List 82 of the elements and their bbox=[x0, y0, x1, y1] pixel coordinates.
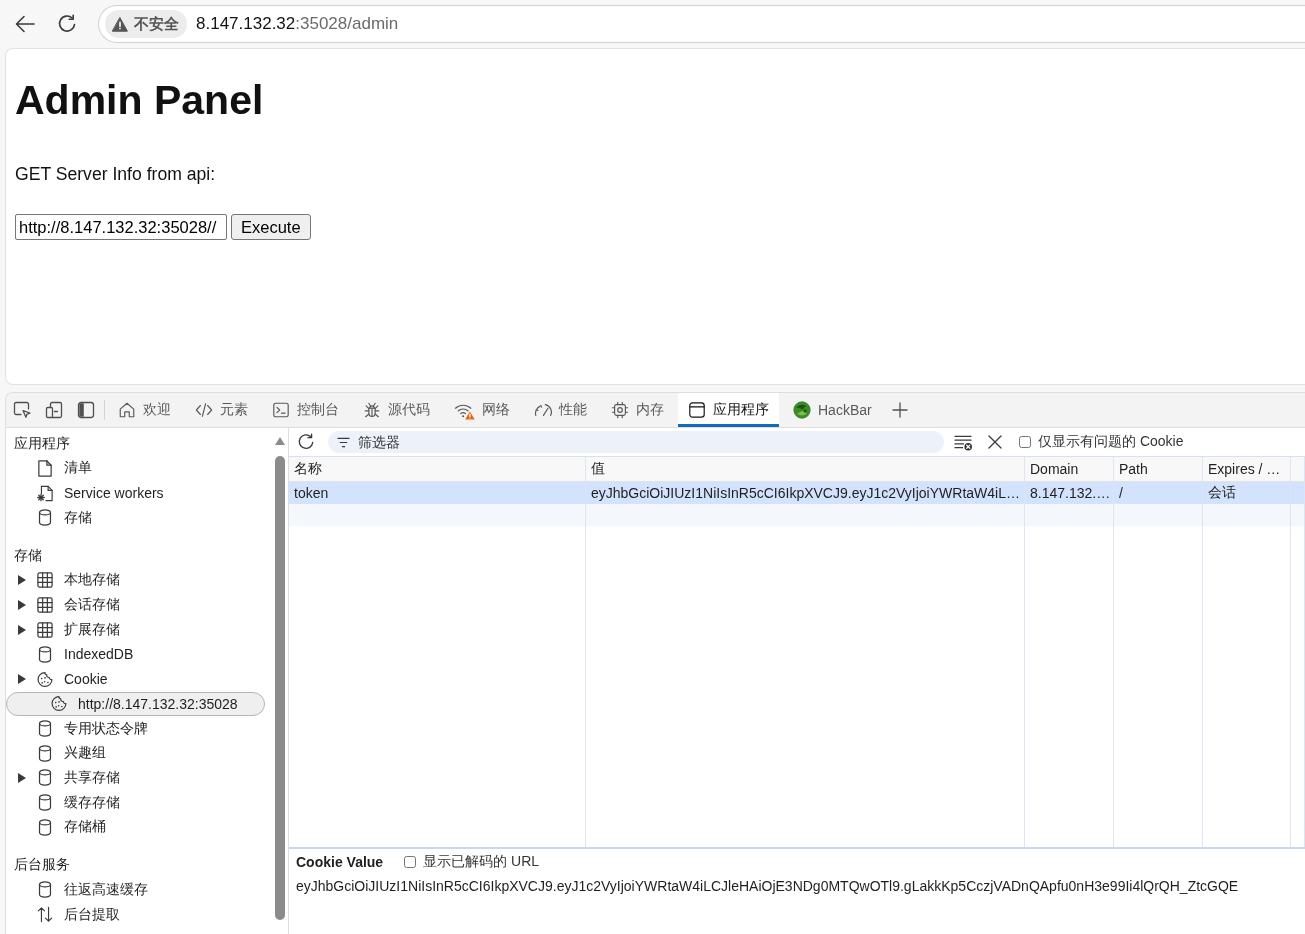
expand-triangle-icon[interactable] bbox=[18, 674, 26, 685]
back-arrow-icon[interactable] bbox=[15, 15, 35, 33]
sidebar-item[interactable]: 往返高速缓存 bbox=[6, 877, 265, 903]
expand-triangle-icon[interactable] bbox=[18, 624, 26, 635]
sidebar-item[interactable]: Cookie bbox=[6, 666, 265, 692]
page-title: Admin Panel bbox=[15, 77, 264, 123]
devtools-tab[interactable]: 源代码 bbox=[353, 393, 440, 427]
database-icon bbox=[37, 509, 53, 527]
column-header[interactable]: 名称 bbox=[289, 457, 586, 481]
grid-icon bbox=[37, 597, 53, 614]
grid-icon bbox=[37, 572, 53, 589]
devtools-tab[interactable]: 应用程序 bbox=[678, 393, 779, 427]
devtools-tab[interactable]: 元素 bbox=[185, 393, 258, 427]
up-down-arrows-icon bbox=[37, 906, 53, 924]
url-input[interactable]: http://8.147.132.32:35028// bbox=[15, 214, 227, 240]
warning-icon bbox=[112, 16, 128, 32]
scrollbar-thumb[interactable] bbox=[275, 456, 285, 920]
sidebar-item[interactable]: 专用状态令牌 bbox=[6, 716, 265, 741]
database-icon bbox=[37, 769, 53, 787]
column-header[interactable]: Domain bbox=[1025, 457, 1114, 481]
pointer-box-icon[interactable] bbox=[13, 401, 31, 419]
devtools-tab[interactable]: 网络 bbox=[444, 393, 520, 427]
database-icon bbox=[37, 818, 53, 836]
address-bar[interactable]: 不安全 8.147.132.32:35028/admin bbox=[98, 5, 1305, 43]
column-header[interactable]: Expires / … bbox=[1203, 457, 1291, 481]
reload-icon[interactable] bbox=[57, 14, 77, 34]
cookie-icon bbox=[51, 695, 67, 713]
clear-list-icon[interactable] bbox=[954, 433, 973, 451]
devtools-tab[interactable]: 内存 bbox=[601, 393, 674, 427]
database-icon bbox=[37, 744, 53, 762]
sidebar-item[interactable]: 本地存储 bbox=[6, 568, 265, 593]
plus-icon[interactable] bbox=[891, 402, 908, 418]
sidebar-item[interactable]: 存储桶 bbox=[6, 814, 265, 840]
expand-triangle-icon[interactable] bbox=[18, 575, 26, 586]
sidebar-item[interactable]: 存储 bbox=[6, 505, 265, 531]
devtools-tab[interactable]: HackBar bbox=[783, 393, 882, 427]
scroll-up-arrow-icon[interactable] bbox=[275, 437, 285, 445]
url-text: 8.147.132.32:35028/admin bbox=[196, 14, 399, 34]
devtools-tab[interactable]: 控制台 bbox=[262, 393, 349, 427]
database-icon bbox=[37, 881, 53, 899]
refresh-icon[interactable] bbox=[297, 433, 315, 451]
sidebar-section-title: 应用程序 bbox=[14, 434, 70, 453]
sidebar-item[interactable]: 兴趣组 bbox=[6, 740, 265, 766]
checkbox-label: 显示已解码的 URL bbox=[423, 853, 540, 871]
close-icon[interactable] bbox=[987, 434, 1003, 450]
devtools-tab[interactable]: 欢迎 bbox=[108, 393, 181, 427]
panel-title: Cookie Value bbox=[296, 854, 384, 870]
database-icon bbox=[37, 794, 53, 812]
sidebar-section-title: 后台服务 bbox=[14, 856, 70, 875]
sidebar-item[interactable]: 会话存储 bbox=[6, 592, 265, 618]
checkbox-label: 仅显示有问题的 Cookie bbox=[1038, 433, 1184, 451]
filter-field[interactable]: 筛选器 bbox=[328, 431, 944, 453]
cookie-value-text: eyJhbGciOiJIUzI1NiIsInR5cCI6IkpXVCJ9.eyJ1c2VyIjoiYWRtaW4iLCJleHAiOjE3NDg0MTQwOTl9.gLakkKp5CczjVADnQApfu0nH3e99Ii4lQrQH_ZtcGQE bbox=[296, 877, 1239, 896]
sidebar-item[interactable]: 扩展存储 bbox=[6, 617, 265, 643]
sidebar-item[interactable]: Service workers bbox=[6, 480, 265, 506]
sidebar-item[interactable]: 后台提取 bbox=[6, 902, 265, 927]
expand-triangle-icon[interactable] bbox=[18, 600, 26, 611]
filter-icon bbox=[337, 437, 350, 448]
sidebar-section-title: 存储 bbox=[14, 546, 42, 565]
checkbox[interactable] bbox=[1019, 436, 1031, 448]
execute-button[interactable]: Execute bbox=[231, 214, 311, 240]
devices-icon[interactable] bbox=[45, 401, 63, 419]
prompt-text: GET Server Info from api: bbox=[15, 163, 216, 185]
database-icon bbox=[37, 720, 53, 738]
column-header[interactable]: Path bbox=[1114, 457, 1203, 481]
document-gear-icon bbox=[37, 484, 53, 502]
sidebar-item[interactable]: 清单 bbox=[6, 456, 265, 481]
expand-triangle-icon[interactable] bbox=[18, 772, 26, 783]
grid-icon bbox=[37, 621, 53, 638]
sidebar-item[interactable]: 共享存储 bbox=[6, 765, 265, 791]
panel-layout-icon[interactable] bbox=[77, 401, 95, 419]
sidebar-item[interactable]: 缓存存储 bbox=[6, 790, 265, 815]
sidebar-item[interactable]: IndexedDB bbox=[6, 642, 265, 667]
security-chip[interactable]: 不安全 bbox=[105, 10, 187, 38]
column-header[interactable]: 值 bbox=[586, 457, 1025, 481]
devtools-tab[interactable]: 性能 bbox=[524, 393, 597, 427]
sidebar-item[interactable]: http://8.147.132.32:35028 bbox=[6, 691, 265, 717]
checkbox[interactable] bbox=[404, 856, 417, 868]
table-row[interactable]: token eyJhbGciOiJIUzI1NiIsInR5cCI6IkpXVCJ9.eyJ1c2VyIjoiYWRtaW4iL… 8.147.132.… / 会话 bbox=[289, 482, 1305, 504]
database-icon bbox=[37, 645, 53, 663]
document-icon bbox=[37, 459, 53, 477]
cookie-icon bbox=[37, 670, 53, 688]
